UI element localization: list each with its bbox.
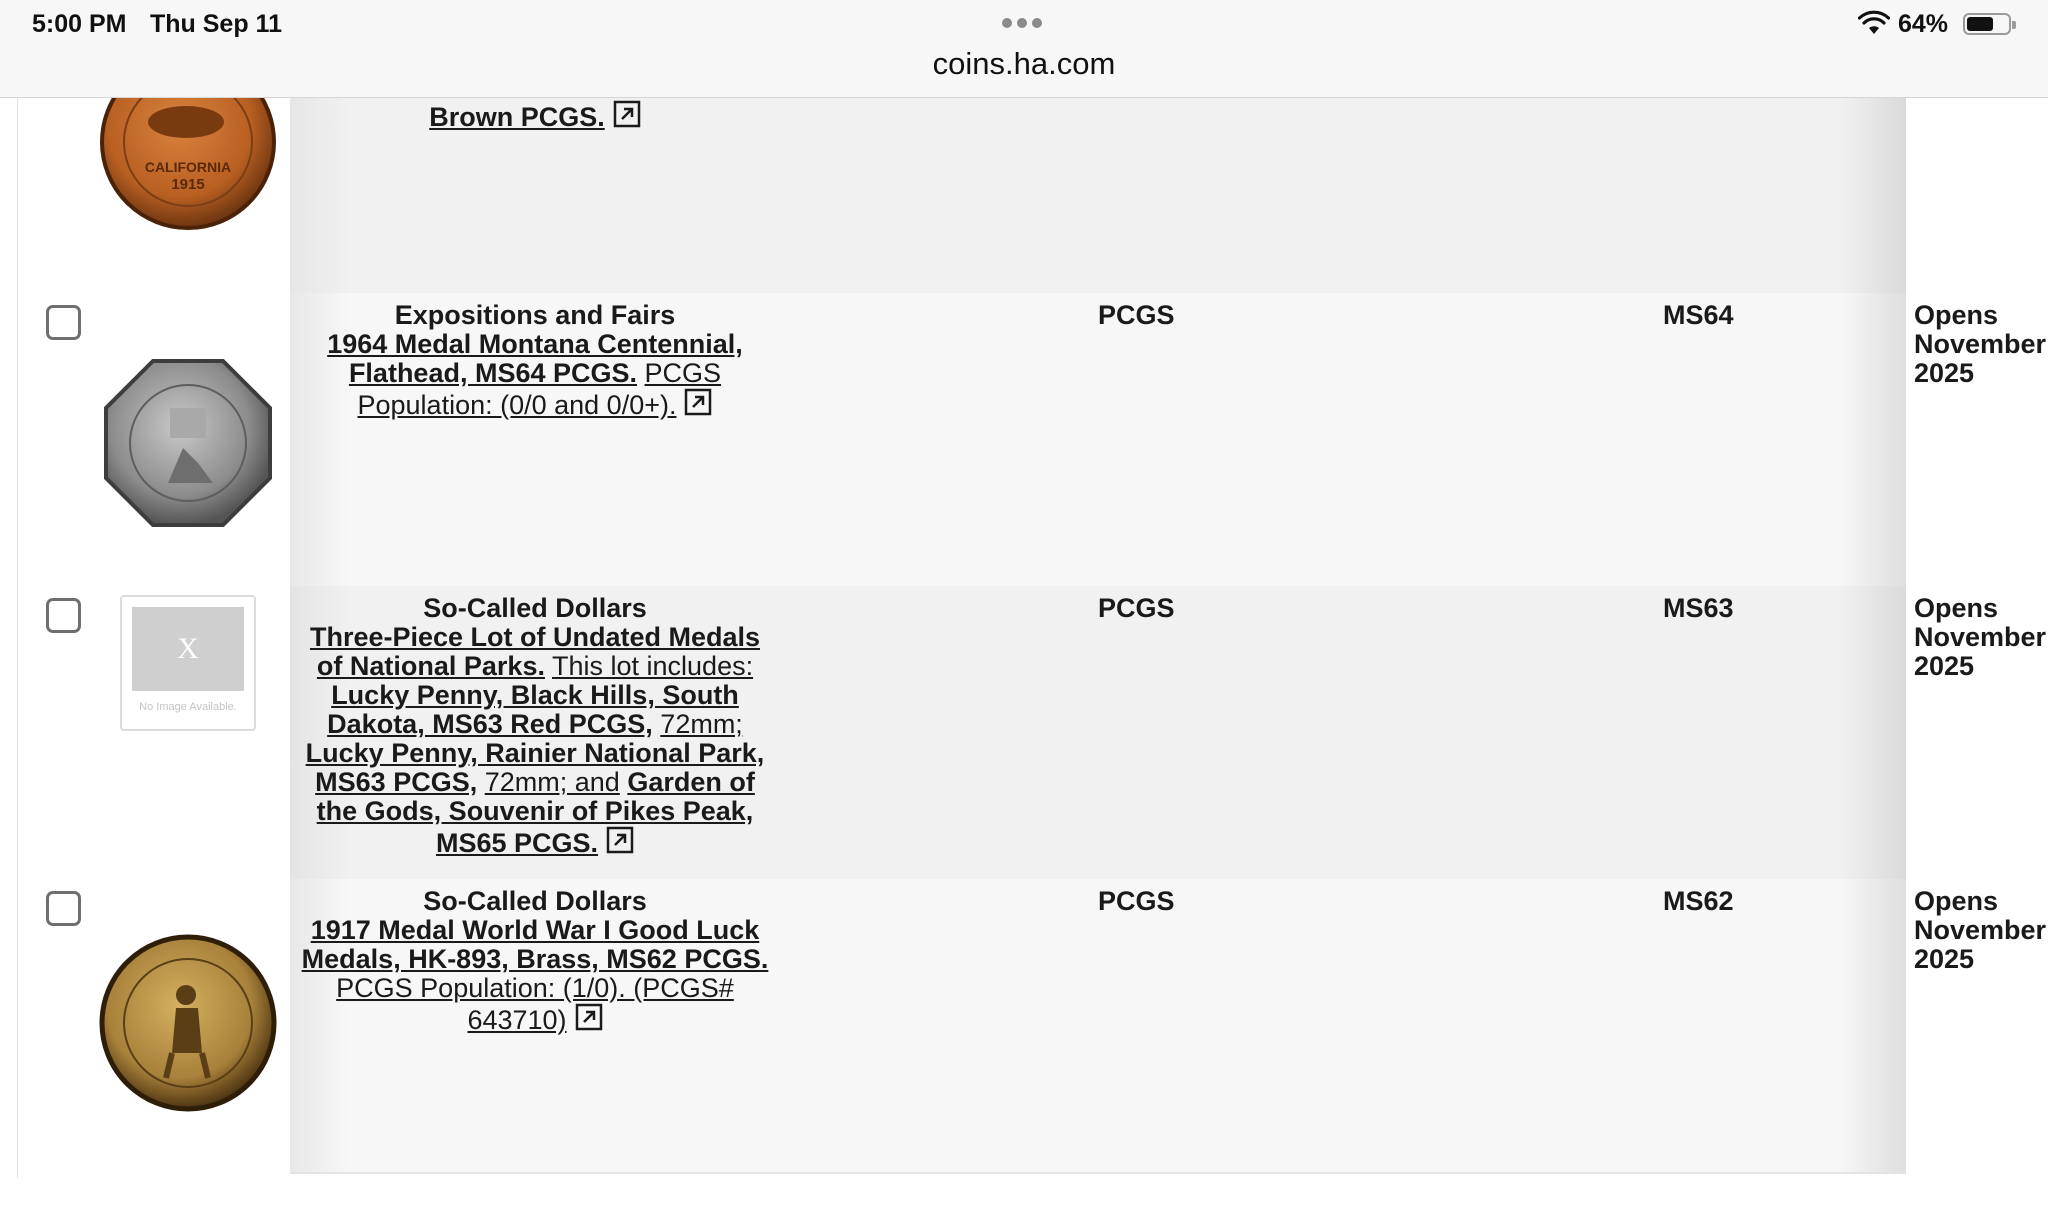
grading-service: PCGS (1098, 300, 1175, 330)
lot-item-note: 72mm; (660, 709, 743, 739)
browser-top-bar: 5:00 PM Thu Sep 11 coins.ha.com 64% (0, 0, 2048, 98)
lot-title-link[interactable]: 1917 Medal World War I Good Luck Medals,… (302, 915, 769, 974)
table-bottom-border (290, 1172, 1906, 1174)
lot-table: CALIFORNIA 1915 Brown PCGS. Expositions … (0, 0, 2048, 1213)
coin-thumbnail[interactable] (98, 353, 278, 533)
status-time: 5:00 PM (32, 10, 127, 38)
no-image-placeholder[interactable]: X No Image Available. (120, 595, 256, 731)
table-row: X No Image Available. So-Called Dollars … (0, 586, 2048, 879)
battery-percent: 64% (1898, 10, 1949, 38)
lot-category: Expositions and Fairs (394, 300, 676, 330)
svg-text:CALIFORNIA: CALIFORNIA (145, 159, 231, 175)
lot-checkbox[interactable] (46, 891, 81, 926)
lot-includes-text: This lot includes: (552, 651, 754, 681)
lot-checkbox[interactable] (46, 305, 81, 340)
status-date: Thu Sep 11 (150, 10, 282, 38)
svg-text:1915: 1915 (171, 176, 204, 193)
lot-category: So-Called Dollars (423, 593, 647, 623)
grade: MS64 (1663, 300, 1734, 330)
lot-checkbox[interactable] (46, 598, 81, 633)
wifi-icon (1858, 10, 1890, 34)
placeholder-x-icon: X (132, 607, 244, 691)
table-row: Expositions and Fairs 1964 Medal Montana… (0, 293, 2048, 586)
lot-item-note: 72mm; and (484, 767, 620, 797)
lot-category: So-Called Dollars (423, 886, 647, 916)
lot-population-link[interactable]: PCGS Population: (1/0). (PCGS# 643710) (336, 973, 734, 1035)
external-link-icon[interactable] (606, 826, 634, 854)
coin-thumbnail[interactable] (98, 933, 278, 1113)
address-bar[interactable]: coins.ha.com (0, 46, 2048, 82)
external-link-icon[interactable] (575, 1003, 603, 1031)
opens-date: Opens November 2025 (1914, 594, 2047, 681)
table-row: So-Called Dollars 1917 Medal World War I… (0, 879, 2048, 1172)
external-link-icon[interactable] (613, 100, 641, 128)
placeholder-caption: No Image Available. (139, 701, 237, 713)
lot-title-link[interactable]: Brown PCGS. (429, 102, 605, 132)
grade: MS63 (1663, 593, 1734, 623)
opens-date: Opens November 2025 (1914, 301, 2047, 388)
battery-icon (1963, 13, 2016, 35)
grading-service: PCGS (1098, 593, 1175, 623)
grade: MS62 (1663, 886, 1734, 916)
multitasking-dots-icon[interactable] (1002, 18, 1042, 28)
external-link-icon[interactable] (684, 388, 712, 416)
grading-service: PCGS (1098, 886, 1175, 916)
opens-date: Opens November 2025 (1914, 887, 2047, 974)
